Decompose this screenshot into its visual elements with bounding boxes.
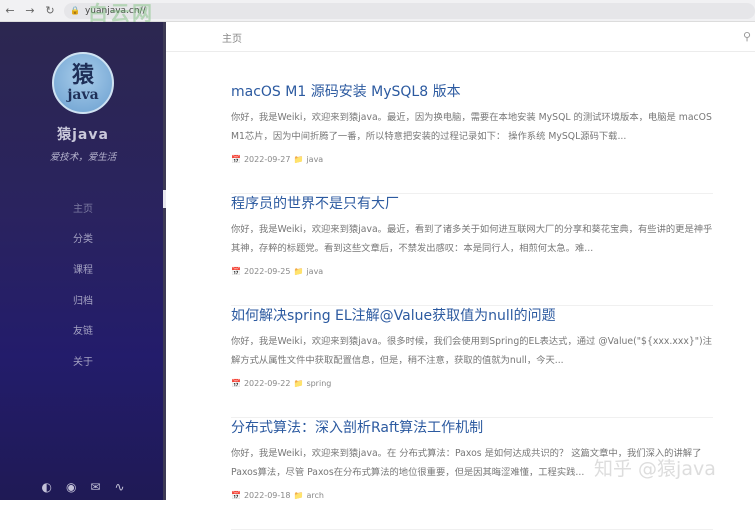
sidebar-item-home[interactable]: 主页 [0, 192, 166, 223]
post-meta: 📅 2022-09-18 📁 arch [231, 491, 713, 500]
site-title[interactable]: 猿java [0, 124, 166, 144]
post-title[interactable]: macOS M1 源码安装 MySQL8 版本 [231, 82, 713, 102]
avatar[interactable]: 猿 java [52, 52, 114, 114]
avatar-word: java [67, 87, 99, 103]
calendar-icon: 📅 [231, 267, 241, 276]
post-item: macOS M1 源码安装 MySQL8 版本 你好，我是Weiki，欢迎来到猿… [231, 82, 713, 194]
post-date: 2022-09-25 [243, 267, 291, 276]
top-nav-home[interactable]: 主页 [222, 30, 242, 45]
sidebar-item-links[interactable]: 友链 [0, 314, 166, 345]
sidebar-item-about[interactable]: 关于 [0, 345, 166, 376]
mail-icon[interactable]: ✉ [90, 480, 100, 494]
reload-icon[interactable]: ↻ [40, 0, 60, 22]
post-item: 如何解决spring EL注解@Value获取值为null的问题 你好，我是We… [231, 306, 713, 418]
post-title[interactable]: 分布式算法：深入剖析Raft算法工作机制 [231, 418, 713, 438]
sidebar-nav: 主页 分类 课程 归档 友链 关于 [0, 192, 166, 376]
sidebar-item-categories[interactable]: 分类 [0, 223, 166, 254]
sidebar: 猿 java 猿java 爱技术，爱生活 主页 分类 课程 归档 友链 关于 ◐… [0, 22, 166, 500]
post-category[interactable]: java [306, 267, 323, 276]
top-nav-bar: 主页 ⚲ [166, 22, 755, 52]
folder-icon: 📁 [293, 379, 304, 388]
sidebar-item-courses[interactable]: 课程 [0, 253, 166, 284]
sidebar-item-archive[interactable]: 归档 [0, 284, 166, 315]
rss-icon[interactable]: ∿ [114, 480, 124, 494]
lock-icon: 🔒 [70, 6, 80, 15]
sidebar-social: ◐ ◉ ✉ ∿ [0, 480, 166, 494]
post-excerpt: 你好，我是Weiki，欢迎来到猿java。最近，因为换电脑，需要在本地安装 My… [231, 112, 712, 142]
folder-icon: 📁 [293, 491, 304, 500]
post-category[interactable]: arch [306, 491, 323, 500]
post-meta: 📅 2022-09-27 📁 java [231, 155, 713, 164]
folder-icon: 📁 [293, 155, 304, 164]
search-icon[interactable]: ⚲ [743, 30, 751, 43]
post-meta: 📅 2022-09-22 📁 spring [231, 379, 713, 388]
post-item: 程序员的世界不是只有大厂 你好，我是Weiki，欢迎来到猿java。最近，看到了… [231, 194, 713, 306]
post-date: 2022-09-18 [243, 491, 291, 500]
calendar-icon: 📅 [231, 379, 241, 388]
address-bar[interactable]: 🔒 yuanjava.cn// [64, 2, 755, 19]
post-date: 2022-09-27 [243, 155, 291, 164]
post-excerpt: 你好，我是Weiki，欢迎来到猿java。最近，看到了诸多关于如何进互联网大厂的… [231, 224, 713, 254]
watermark-bottom: 知乎 @猿java [594, 458, 716, 480]
post-title[interactable]: 如何解决spring EL注解@Value获取值为null的问题 [231, 306, 713, 326]
post-category[interactable]: spring [306, 379, 331, 388]
post-meta: 📅 2022-09-25 📁 java [231, 267, 713, 276]
github-icon[interactable]: ◉ [66, 480, 76, 494]
sidebar-scroll-thumb[interactable] [163, 190, 166, 208]
calendar-icon: 📅 [231, 491, 241, 500]
post-title[interactable]: 程序员的世界不是只有大厂 [231, 194, 713, 214]
forward-icon[interactable]: → [20, 0, 40, 22]
calendar-icon: 📅 [231, 155, 241, 164]
avatar-glyph: 猿 [71, 63, 94, 88]
theme-toggle-icon[interactable]: ◐ [41, 480, 51, 494]
post-date: 2022-09-22 [243, 379, 291, 388]
site-subtitle: 爱技术，爱生活 [49, 152, 117, 163]
back-icon[interactable]: ← [0, 0, 20, 22]
folder-icon: 📁 [293, 267, 304, 276]
post-excerpt: 你好，我是Weiki，欢迎来到猿java。很多时候，我们会使用到Spring的E… [231, 336, 712, 366]
post-category[interactable]: java [306, 155, 323, 164]
